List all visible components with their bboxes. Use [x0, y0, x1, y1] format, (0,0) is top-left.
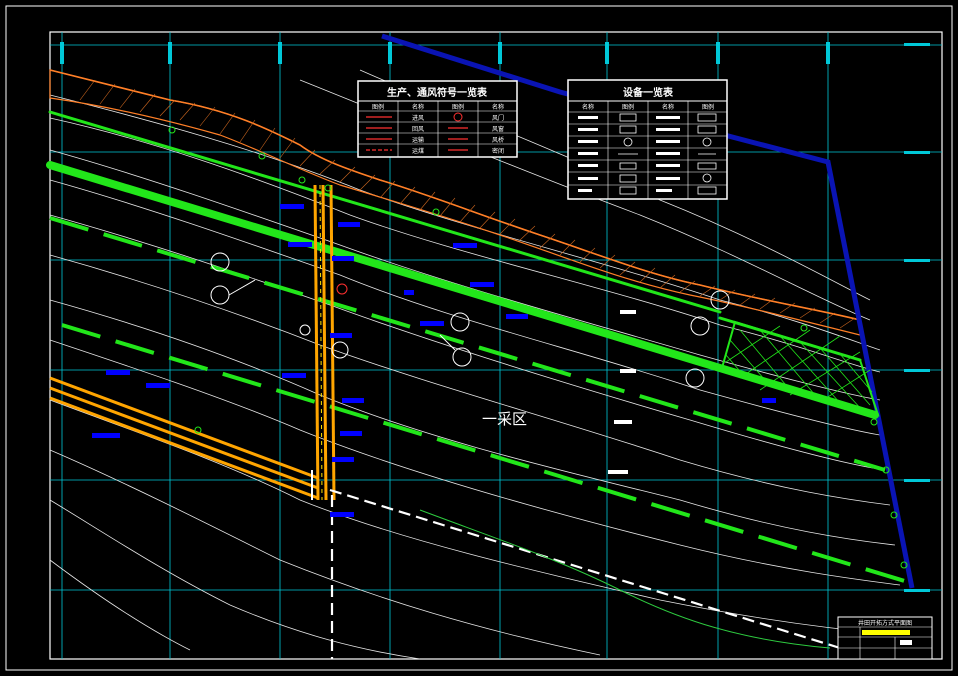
- legend-prod-row4-name2: 密闭: [492, 147, 504, 155]
- legend-production: 生产、通风符号一览表 图例 名称 图例 名称 进风 回风 运输 运煤 风门 风窗…: [357, 80, 518, 158]
- legend-production-title: 生产、通风符号一览表: [387, 86, 488, 99]
- legend-equipment-header-4: 图例: [702, 103, 714, 111]
- legend-prod-row3-name2: 风桥: [492, 136, 504, 144]
- zone-label: 一采区: [482, 410, 527, 428]
- legend-prod-row2-name: 回风: [412, 126, 424, 133]
- legend-production-header-1: 图例: [372, 103, 384, 111]
- legend-prod-row3-name: 运输: [412, 136, 424, 144]
- shaft-centerline: [319, 184, 323, 501]
- gob-area: [720, 320, 880, 417]
- legend-prod-row1-name2: 风门: [492, 114, 504, 122]
- legend-production-header-3: 图例: [452, 103, 464, 111]
- legend-equipment-header-3: 名称: [662, 103, 674, 111]
- legend-equipment-title: 设备一览表: [623, 86, 674, 99]
- mine-plan-drawing: 一采区 生产、通风符号一览表 图例 名称 图例 名称 进风 回风 运输 运煤 风…: [5, 5, 953, 671]
- legend-prod-row2-name2: 风窗: [492, 125, 504, 133]
- legend-equipment-header-1: 名称: [582, 103, 594, 111]
- title-block-caption: 井田开拓方式平面图: [858, 619, 912, 627]
- legend-prod-row4-name: 运煤: [412, 147, 424, 155]
- blue-markers: [92, 204, 776, 517]
- dashed-roadways: [329, 488, 841, 659]
- legend-equipment-header-2: 图例: [622, 103, 634, 111]
- planned-roadways: [49, 216, 909, 584]
- legend-production-header-2: 名称: [412, 103, 424, 111]
- legend-equipment: 设备一览表 名称 图例 名称 图例: [567, 79, 728, 200]
- legend-prod-row1-name: 进风: [412, 114, 424, 122]
- contour-lines: [49, 69, 901, 660]
- title-block: 井田开拓方式平面图: [837, 616, 933, 660]
- legend-production-header-4: 名称: [492, 103, 504, 111]
